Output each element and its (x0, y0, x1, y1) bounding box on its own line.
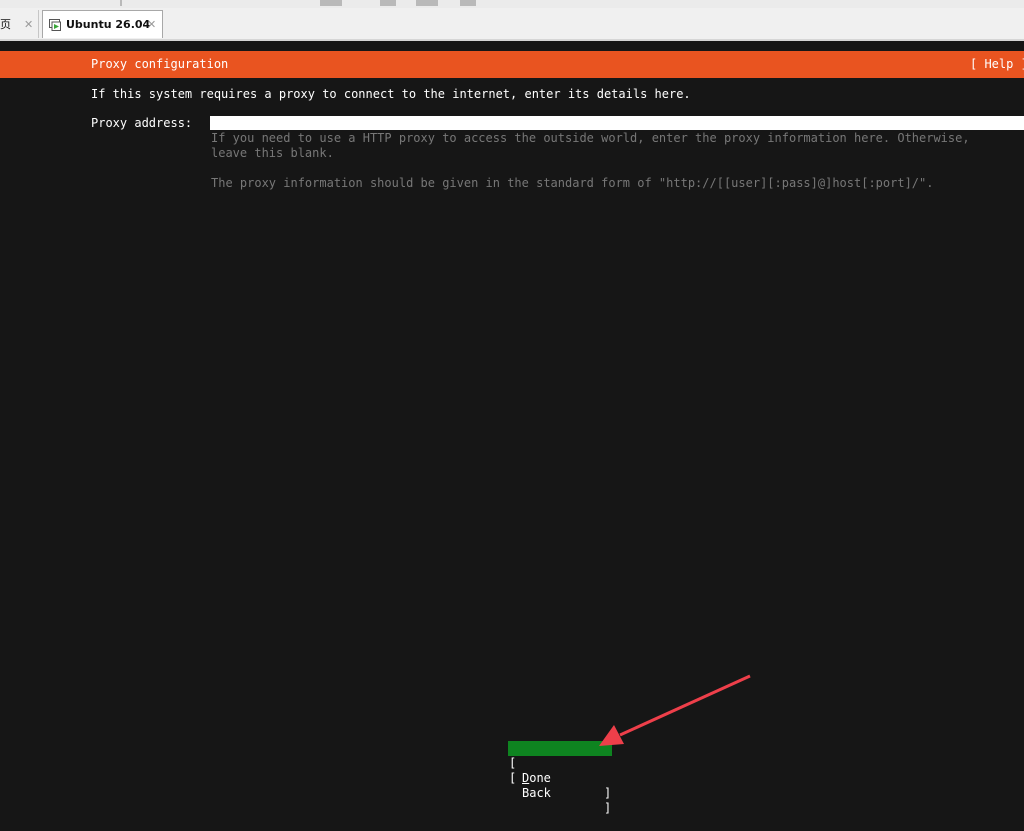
bracket: ] (604, 801, 612, 815)
bracket: ] (604, 786, 612, 800)
annotation-arrow-icon (599, 674, 751, 746)
back-label: Back (522, 786, 551, 800)
